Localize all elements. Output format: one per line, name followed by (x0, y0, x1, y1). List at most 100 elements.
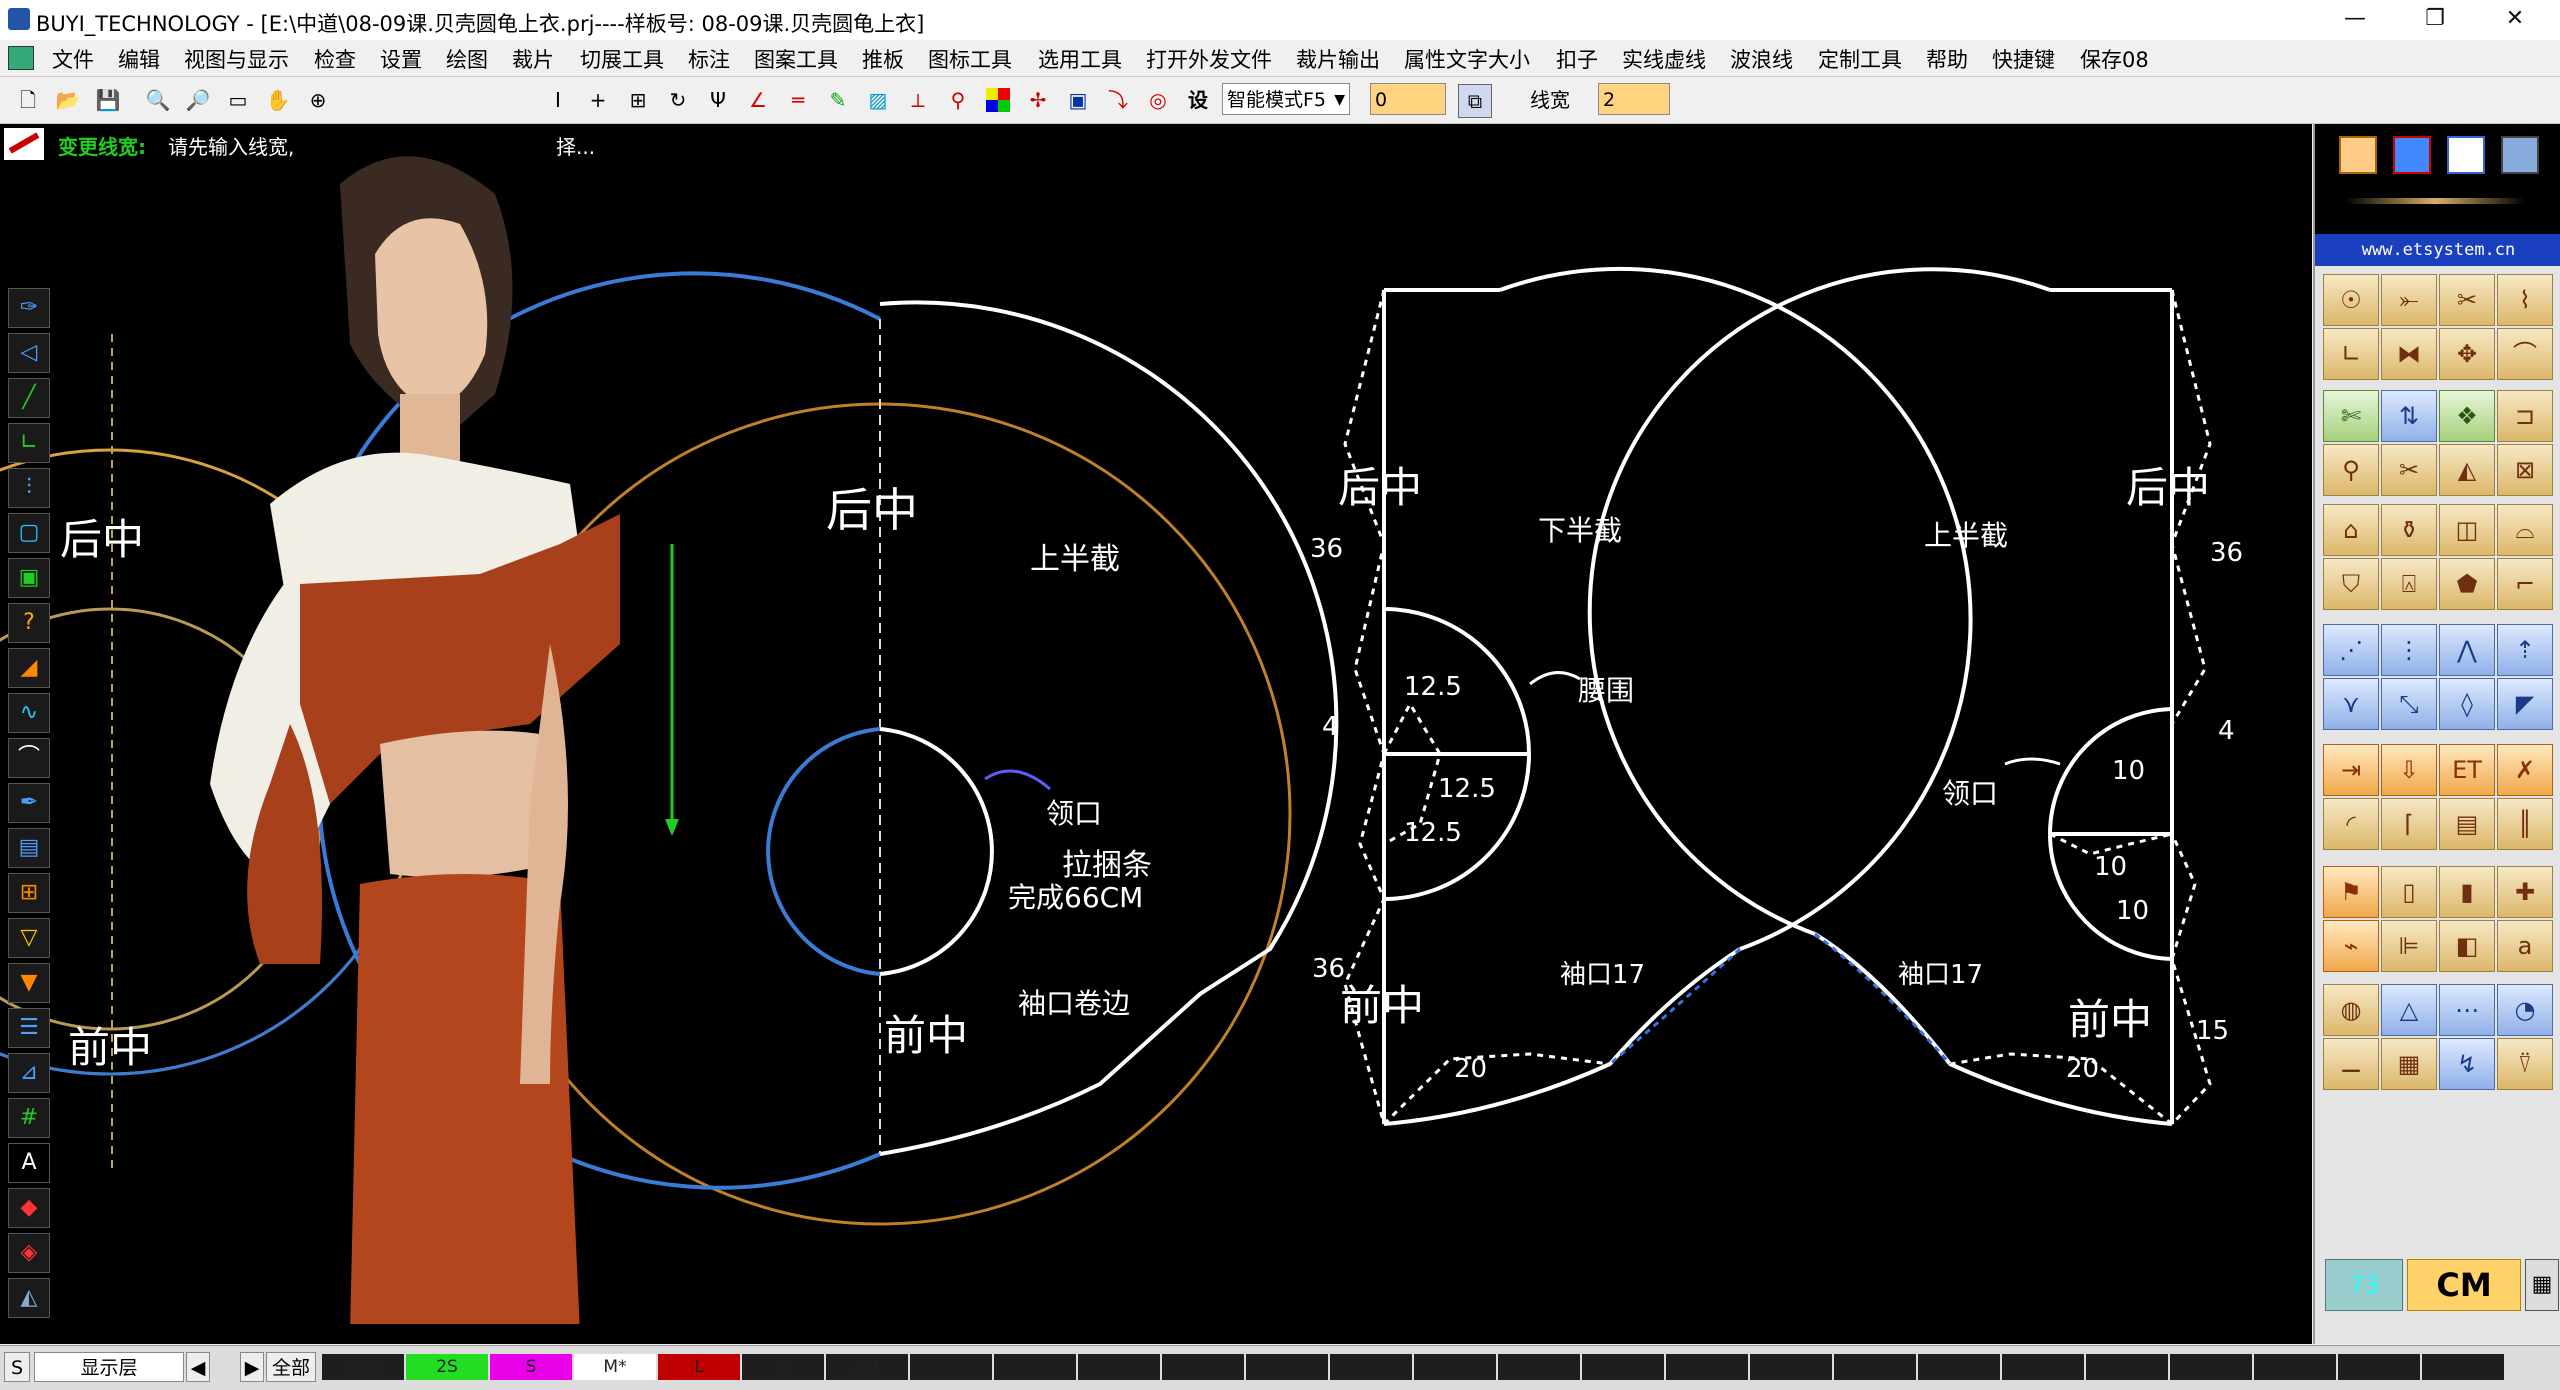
panel-tool-16-icon[interactable]: ⊠ (2497, 444, 2553, 496)
left-tool-rect-icon[interactable]: ▢ (8, 513, 50, 553)
prev-layer-button[interactable]: ◀ (186, 1352, 210, 1382)
size-1[interactable]: 2S (406, 1354, 488, 1380)
hatch-icon[interactable]: ▨ (862, 84, 894, 116)
left-tool-red-2-icon[interactable]: ◈ (8, 1233, 50, 1273)
measure-icon[interactable]: ⟂ (902, 84, 934, 116)
size-empty-4[interactable] (1246, 1354, 1328, 1380)
panel-tool-30-icon[interactable]: ⤡ (2381, 678, 2437, 730)
panel-tool-52-icon[interactable]: ◔ (2497, 984, 2553, 1036)
left-tool-rect2-icon[interactable]: ▣ (8, 558, 50, 598)
left-tool-shape-icon[interactable]: ◢ (8, 648, 50, 688)
left-tool-list-icon[interactable]: ☰ (8, 1008, 50, 1048)
status-s[interactable]: S (4, 1352, 30, 1382)
menu-icon-tools[interactable]: 图标工具 (928, 44, 1012, 74)
menu-wave[interactable]: 波浪线 (1730, 44, 1793, 74)
color-palette-icon[interactable] (982, 84, 1014, 116)
panel-tool-4-icon[interactable]: ⌇ (2497, 274, 2553, 326)
left-tool-red-1-icon[interactable]: ◆ (8, 1188, 50, 1228)
size-empty-13[interactable] (2002, 1354, 2084, 1380)
left-tool-pen-icon[interactable]: ✒ (8, 783, 50, 823)
panel-tool-55-icon[interactable]: ↯ (2439, 1038, 2495, 1090)
panel-tool-53-icon[interactable]: ⚊ (2323, 1038, 2379, 1090)
panel-tool-43-icon[interactable]: ▮ (2439, 866, 2495, 918)
panel-tool-21-icon[interactable]: ⛉ (2323, 558, 2379, 610)
size-empty-14[interactable] (2086, 1354, 2168, 1380)
size-empty-10[interactable] (1750, 1354, 1832, 1380)
align-icon[interactable]: Ⅰ (542, 84, 574, 116)
panel-tool-46-icon[interactable]: ⊫ (2381, 920, 2437, 972)
size-5[interactable]: XL (742, 1354, 824, 1380)
panel-tool-12-icon[interactable]: ⊐ (2497, 390, 2553, 442)
menu-open-external[interactable]: 打开外发文件 (1146, 44, 1272, 74)
panel-tool-36-icon[interactable]: ✗ (2497, 744, 2553, 796)
size-empty-16[interactable] (2254, 1354, 2336, 1380)
cross-icon[interactable]: + (582, 84, 614, 116)
size-empty-9[interactable] (1666, 1354, 1748, 1380)
size-0[interactable]: 2XS (322, 1354, 404, 1380)
size-empty-11[interactable] (1834, 1354, 1916, 1380)
fork-icon[interactable]: Ψ (702, 84, 734, 116)
size-empty-5[interactable] (1330, 1354, 1412, 1380)
size-empty-7[interactable] (1498, 1354, 1580, 1380)
rotate-icon[interactable]: ↻ (662, 84, 694, 116)
panel-tool-33-icon[interactable]: ⇥ (2323, 744, 2379, 796)
menu-pieces[interactable]: 裁片 (512, 44, 554, 74)
image-icon[interactable]: ▣ (1062, 84, 1094, 116)
menu-buttons[interactable]: 扣子 (1556, 44, 1598, 74)
new-file-icon[interactable]: 🗋 (12, 84, 44, 116)
grid-icon[interactable]: ⊞ (622, 84, 654, 116)
merge-icon[interactable]: ⤵ (1102, 84, 1134, 116)
picker-icon[interactable]: ⧉ (1458, 84, 1492, 118)
size-4[interactable]: L (658, 1354, 740, 1380)
parallel-lines-icon[interactable]: ═ (782, 84, 814, 116)
size-empty-17[interactable] (2338, 1354, 2420, 1380)
menu-check[interactable]: 检查 (314, 44, 356, 74)
panel-tool-3-icon[interactable]: ✂ (2439, 274, 2495, 326)
panel-tool-28-icon[interactable]: ⇡ (2497, 624, 2553, 676)
menu-save08[interactable]: 保存08 (2080, 44, 2149, 74)
left-tool-curve-icon[interactable]: ∿ (8, 693, 50, 733)
all-button[interactable]: 全部 (266, 1352, 316, 1382)
menu-annotate[interactable]: 标注 (688, 44, 730, 74)
brand-tool-4-icon[interactable] (2501, 136, 2539, 174)
linewidth-input[interactable]: 2 (1598, 83, 1670, 115)
panel-tool-9-icon[interactable]: ✄ (2323, 390, 2379, 442)
panel-tool-13-icon[interactable]: ⚲ (2323, 444, 2379, 496)
menu-line-style[interactable]: 实线虚线 (1622, 44, 1706, 74)
left-tool-measure-icon[interactable]: ⊿ (8, 1053, 50, 1093)
panel-tool-7-icon[interactable]: ✥ (2439, 328, 2495, 380)
left-tool-text-icon[interactable]: A (8, 1143, 50, 1183)
pan-hand-icon[interactable]: ✋ (262, 84, 294, 116)
layer-display[interactable]: 显示层 (34, 1352, 184, 1382)
panel-tool-14-icon[interactable]: ✂ (2381, 444, 2437, 496)
panel-tool-24-icon[interactable]: ⌐ (2497, 558, 2553, 610)
unit-toggle[interactable]: CM (2407, 1259, 2521, 1311)
size-empty-18[interactable] (2422, 1354, 2504, 1380)
panel-tool-27-icon[interactable]: ⋀ (2439, 624, 2495, 676)
menu-custom-tools[interactable]: 定制工具 (1818, 44, 1902, 74)
mode-select[interactable]: 智能模式F5 ▼ (1222, 83, 1350, 115)
panel-tool-23-icon[interactable]: ⬟ (2439, 558, 2495, 610)
size-empty-1[interactable] (994, 1354, 1076, 1380)
menu-draw[interactable]: 绘图 (446, 44, 488, 74)
restore-button[interactable]: ❐ (2405, 2, 2465, 36)
menu-output[interactable]: 裁片输出 (1296, 44, 1380, 74)
save-icon[interactable]: 💾 (92, 84, 124, 116)
panel-tool-42-icon[interactable]: ▯ (2381, 866, 2437, 918)
stamp-icon[interactable]: ◎ (1142, 84, 1174, 116)
size-empty-6[interactable] (1414, 1354, 1496, 1380)
panel-tool-20-icon[interactable]: ⌓ (2497, 504, 2553, 556)
zoom-out-icon[interactable]: 🔍 (142, 84, 174, 116)
zoom-in-icon[interactable]: 🔎 (182, 84, 214, 116)
panel-tool-17-icon[interactable]: ⌂ (2323, 504, 2379, 556)
left-tool-1-icon[interactable]: ✑ (8, 288, 50, 328)
menu-slash-tools[interactable]: 切展工具 (580, 44, 664, 74)
panel-tool-54-icon[interactable]: ▦ (2381, 1038, 2437, 1090)
value-input[interactable]: 0 (1370, 83, 1446, 115)
panel-tool-44-icon[interactable]: ✚ (2497, 866, 2553, 918)
left-tool-save-icon[interactable]: ▤ (8, 828, 50, 868)
left-tool-split-icon[interactable]: ⫶ (8, 468, 50, 508)
size-2[interactable]: S (490, 1354, 572, 1380)
open-folder-icon[interactable]: 📂 (52, 84, 84, 116)
panel-tool-29-icon[interactable]: ⋎ (2323, 678, 2379, 730)
